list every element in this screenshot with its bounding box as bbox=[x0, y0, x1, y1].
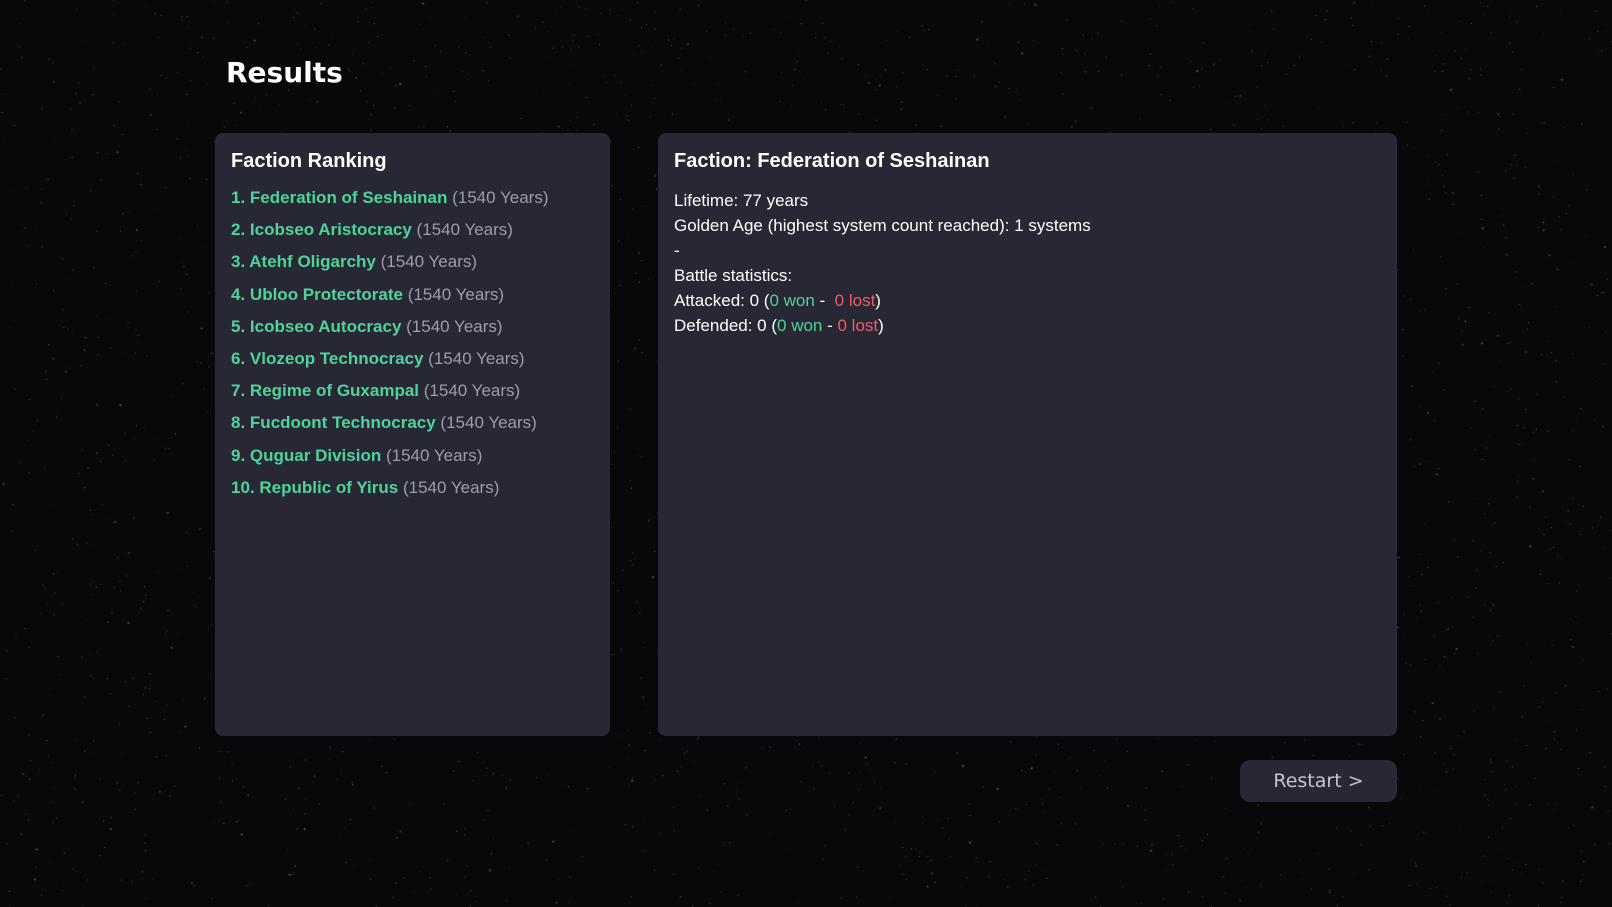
faction-name: Fucdoont Technocracy bbox=[249, 413, 436, 433]
faction-name: Vlozeop Technocracy bbox=[249, 348, 424, 368]
faction-ranking-panel: Faction Ranking 1. Federation of Seshain… bbox=[215, 133, 610, 736]
detail-title: Faction: Federation of Seshainan bbox=[674, 150, 990, 172]
rank-number: 1. bbox=[231, 188, 246, 207]
ranking-item[interactable]: 4. Ubloo Protectorate (1540 Years) bbox=[231, 285, 594, 317]
rank-number: 10. bbox=[231, 477, 255, 497]
rank-number: 6. bbox=[231, 348, 246, 368]
ranking-item[interactable]: 9. Quguar Division (1540 Years) bbox=[231, 446, 594, 478]
faction-name: Regime of Guxampal bbox=[249, 381, 420, 401]
attacked-won: 0 won bbox=[769, 291, 815, 310]
faction-years: (1540 Years) bbox=[402, 477, 500, 497]
attacked-separator: - bbox=[814, 291, 835, 310]
battle-statistics-heading: Battle statistics: bbox=[674, 266, 793, 285]
ranking-title: Faction Ranking bbox=[231, 150, 387, 172]
rank-number: 2. bbox=[231, 220, 246, 240]
page-title: Results bbox=[226, 56, 343, 89]
rank-number: 7. bbox=[231, 381, 246, 401]
faction-years: (1540 Years) bbox=[423, 381, 521, 401]
rank-number: 9. bbox=[231, 445, 246, 465]
faction-name: Icobseo Autocracy bbox=[249, 316, 402, 336]
ranking-list: 1. Federation of Seshainan (1540 Years) … bbox=[231, 188, 594, 510]
faction-years: (1540 Years) bbox=[440, 413, 537, 433]
attacked-close: ) bbox=[875, 291, 881, 310]
faction-years: (1540 Years) bbox=[416, 220, 513, 240]
defended-separator: - bbox=[822, 316, 838, 335]
rank-number: 8. bbox=[231, 413, 246, 433]
defended-won: 0 won bbox=[777, 316, 823, 335]
ranking-item[interactable]: 10. Republic of Yirus (1540 Years) bbox=[231, 478, 594, 510]
defended-lost: 0 lost bbox=[837, 316, 879, 335]
lifetime-text: Lifetime: 77 years bbox=[674, 191, 809, 210]
faction-name: Federation of Seshainan bbox=[249, 188, 448, 207]
rank-number: 3. bbox=[231, 252, 246, 272]
separator-text: - bbox=[674, 241, 680, 260]
rank-number: 4. bbox=[231, 284, 246, 304]
faction-years: (1540 Years) bbox=[380, 252, 478, 272]
ranking-item[interactable]: 3. Atehf Oligarchy (1540 Years) bbox=[231, 252, 594, 284]
defended-close: ) bbox=[878, 316, 884, 335]
defended-stats: Defended: 0 (0 won - 0 lost) bbox=[674, 313, 1381, 338]
faction-name: Ubloo Protectorate bbox=[249, 284, 403, 304]
faction-name: Quguar Division bbox=[249, 445, 382, 465]
ranking-item[interactable]: 2. Icobseo Aristocracy (1540 Years) bbox=[231, 220, 594, 252]
restart-button[interactable]: Restart > bbox=[1240, 760, 1397, 802]
rank-number: 5. bbox=[231, 316, 246, 336]
attacked-label: Attacked: 0 ( bbox=[674, 291, 770, 310]
attacked-lost: 0 lost bbox=[834, 291, 876, 310]
faction-name: Icobseo Aristocracy bbox=[249, 220, 412, 240]
ranking-item[interactable]: 1. Federation of Seshainan (1540 Years) bbox=[231, 188, 594, 220]
ranking-item[interactable]: 7. Regime of Guxampal (1540 Years) bbox=[231, 381, 594, 413]
faction-years: (1540 Years) bbox=[407, 284, 505, 304]
faction-detail-panel: Faction: Federation of Seshainan Lifetim… bbox=[658, 133, 1397, 736]
ranking-item[interactable]: 5. Icobseo Autocracy (1540 Years) bbox=[231, 317, 594, 349]
faction-name: Atehf Oligarchy bbox=[249, 252, 376, 272]
faction-years: (1540 Years) bbox=[452, 188, 549, 207]
golden-age-text: Golden Age (highest system count reached… bbox=[674, 216, 1091, 235]
attacked-stats: Attacked: 0 (0 won - 0 lost) bbox=[674, 288, 1381, 313]
defended-label: Defended: 0 ( bbox=[674, 316, 778, 335]
ranking-item[interactable]: 8. Fucdoont Technocracy (1540 Years) bbox=[231, 413, 594, 445]
faction-name: Republic of Yirus bbox=[259, 477, 399, 497]
faction-years: (1540 Years) bbox=[406, 316, 503, 336]
faction-years: (1540 Years) bbox=[385, 445, 483, 465]
faction-years: (1540 Years) bbox=[428, 348, 525, 368]
ranking-item[interactable]: 6. Vlozeop Technocracy (1540 Years) bbox=[231, 349, 594, 381]
